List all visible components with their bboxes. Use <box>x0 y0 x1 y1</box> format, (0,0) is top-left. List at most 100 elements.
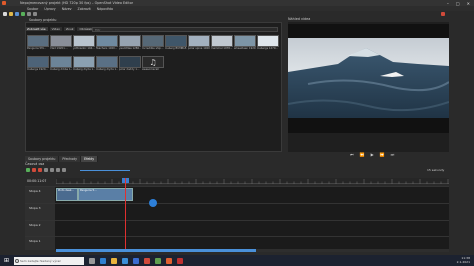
menu-edit[interactable]: Úpravy <box>44 7 55 11</box>
fast-forward-icon[interactable]: ⏩ <box>380 152 385 157</box>
menu-help[interactable]: Nápověda <box>97 7 113 11</box>
track-label: Stopa 3 <box>25 204 55 220</box>
tab-effects[interactable]: Efekty <box>81 156 99 162</box>
minimize-button[interactable]: – <box>447 1 449 6</box>
edge-icon[interactable] <box>100 257 106 264</box>
menu-file[interactable]: Soubor <box>27 7 38 11</box>
recorder-icon[interactable] <box>177 257 183 264</box>
thumbnail-caption: polar spine 1920... <box>188 47 210 50</box>
menu-view[interactable]: Zobrazit <box>78 7 91 11</box>
system-tray-clock[interactable]: 11:38 2.1.2021 <box>457 256 470 264</box>
track-row[interactable]: Stopa 3 <box>25 203 449 220</box>
timeline-ruler[interactable] <box>56 178 449 184</box>
thumbnail-caption: Vlad 1920×... <box>50 47 68 50</box>
razor-icon[interactable] <box>38 168 42 172</box>
task-view-icon[interactable] <box>89 257 95 264</box>
import-files-icon[interactable] <box>21 12 25 16</box>
jump-start-icon[interactable]: ⏮ <box>350 152 354 157</box>
thumbnail-image <box>96 35 118 47</box>
timeline-scrollbar[interactable] <box>56 249 449 252</box>
next-marker-icon[interactable] <box>56 168 60 172</box>
file-explorer-icon[interactable] <box>111 257 117 264</box>
timeline-header: Časová osa <box>25 162 45 166</box>
menu-title[interactable]: Název <box>62 7 72 11</box>
jump-end-icon[interactable]: ⏭ <box>391 152 395 157</box>
store-icon[interactable] <box>122 257 128 264</box>
file-thumbnail[interactable]: polar spine 1920... <box>188 35 210 51</box>
file-thumbnail[interactable]: yeamMae 1280... <box>119 35 141 51</box>
playhead-line[interactable] <box>125 178 126 250</box>
thumbnail-image <box>50 35 72 47</box>
track-row[interactable]: Stopa 1 <box>25 236 449 250</box>
file-thumbnail[interactable]: wheeldeen 1920... <box>234 35 256 51</box>
maximize-button[interactable]: □ <box>456 1 460 6</box>
mail-icon[interactable] <box>133 257 139 264</box>
file-thumbnail[interactable]: Teachers 1920... <box>96 35 118 51</box>
file-thumbnail[interactable]: polar daddy 1... <box>119 56 141 72</box>
new-project-icon[interactable] <box>3 12 7 16</box>
timeline-clip[interactable]: Pinto desk... <box>56 188 78 201</box>
thumbnail-image <box>165 35 187 47</box>
window-title: Nepojmenovaný projekt (HD 720p 30 fps) –… <box>20 1 134 5</box>
undo-icon[interactable] <box>27 12 31 16</box>
export-video-icon[interactable] <box>441 12 445 16</box>
close-button[interactable]: ✕ <box>467 1 470 6</box>
file-thumbnail[interactable]: Penguins 5M... <box>27 35 49 51</box>
file-thumbnail[interactable]: Iceberg dlyda 1... <box>96 56 118 72</box>
video-preview-frame <box>288 24 449 133</box>
thumbnail-image <box>27 35 49 47</box>
filter-video[interactable]: Video <box>49 27 62 31</box>
file-thumbnail[interactable]: Iceberg dlyda 1... <box>73 56 95 72</box>
track-label: Stopa 4 <box>25 187 55 203</box>
file-thumbnail[interactable]: Incredible ship... <box>142 35 164 51</box>
file-thumbnail[interactable]: Iceberg drbbe 1... <box>50 56 72 72</box>
right-strip <box>449 17 474 255</box>
openshot-taskbar-icon[interactable] <box>144 257 150 264</box>
play-icon[interactable]: ▶ <box>371 152 374 157</box>
playback-controls: ⏮ ⏪ ▶ ⏩ ⏭ <box>350 152 394 157</box>
browser-icon[interactable] <box>166 257 172 264</box>
file-search-input[interactable]: Filtr <box>92 27 278 32</box>
windows-start-icon[interactable]: ⊞ <box>2 256 11 265</box>
add-track-icon[interactable] <box>26 168 30 172</box>
app-window: Nepojmenovaný projekt (HD 720p 30 fps) –… <box>0 0 474 266</box>
preview-panel-header: Náhled videa <box>288 17 311 21</box>
file-thumbnail[interactable]: yottowdoc 104... <box>73 35 95 51</box>
file-thumbnail[interactable]: ♫ awesomecall <box>142 56 164 72</box>
track-row[interactable]: Stopa 2 <box>25 220 449 237</box>
center-playhead-icon[interactable] <box>62 168 66 172</box>
ruler-ticks <box>56 179 449 184</box>
thumbnail-caption: yeamMae 1280... <box>119 47 141 50</box>
file-thumbnail[interactable]: Icebergs 1279... <box>257 35 279 51</box>
filter-show-all[interactable]: Zobrazit vše <box>25 27 48 31</box>
file-thumbnail[interactable]: mammal 1978... <box>211 35 233 51</box>
open-project-icon[interactable] <box>9 12 13 16</box>
track-label: Stopa 2 <box>25 221 55 237</box>
snap-icon[interactable] <box>32 168 36 172</box>
thumbnail-caption: Iceberg dlyda 1... <box>73 68 95 71</box>
add-marker-icon[interactable] <box>44 168 48 172</box>
file-thumbnail[interactable]: Iceberg BUMBLE... <box>165 35 187 51</box>
thumbnail-caption: Icebergs 1279... <box>257 47 278 50</box>
tab-transitions[interactable]: Přechody <box>59 156 82 162</box>
thumbnail-caption: polar daddy 1... <box>119 68 140 71</box>
thumbnail-caption: Teachers 1920... <box>96 47 118 50</box>
thumbnail-caption: Penguins 5M... <box>27 47 46 50</box>
file-thumbnail[interactable]: Vlad 1920×... <box>50 35 72 51</box>
previous-marker-icon[interactable] <box>50 168 54 172</box>
taskbar-search-input[interactable]: Sem zadejte hledaný výraz <box>14 256 84 265</box>
zoom-slider[interactable] <box>80 170 130 171</box>
filter-audio[interactable]: Zvuk <box>64 27 76 31</box>
track-row[interactable]: Stopa 4 Pinto desk... Penguins 5... <box>25 186 449 203</box>
thumbnail-image <box>142 35 164 47</box>
thumbnail-caption: Icebergs 1920... <box>27 68 48 71</box>
redo-icon[interactable] <box>33 12 37 16</box>
scrollbar-thumb[interactable] <box>56 249 256 252</box>
timeline-toolbar: 15 sekundy <box>25 167 449 174</box>
save-project-icon[interactable] <box>15 12 19 16</box>
thumbnail-caption: wheeldeen 1920... <box>234 47 256 50</box>
file-thumbnail[interactable]: Icebergs 1920... <box>27 56 49 72</box>
rewind-icon[interactable]: ⏪ <box>360 152 365 157</box>
app-icon[interactable] <box>155 257 161 264</box>
track-label: Stopa 1 <box>25 237 55 250</box>
